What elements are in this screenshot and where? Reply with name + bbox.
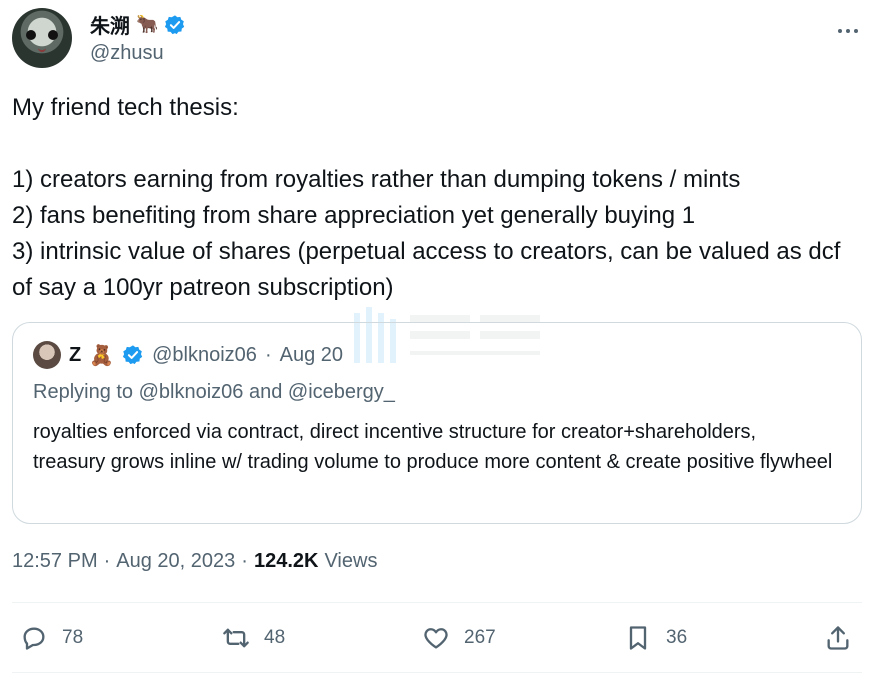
quote-date: Aug 20 (279, 343, 343, 366)
bookmark-icon (629, 626, 647, 650)
meta-separator-1: · (103, 550, 111, 572)
reply-button[interactable]: 78 (20, 612, 83, 664)
quote-author-handle: @blknoiz06 (152, 343, 257, 366)
retweet-button[interactable]: 48 (222, 612, 285, 664)
retweet-icon (223, 628, 249, 648)
tweet-date[interactable]: Aug 20, 2023 (116, 550, 235, 573)
like-count: 267 (464, 627, 496, 648)
share-icon (827, 626, 849, 650)
heart-icon (424, 628, 448, 649)
tweet-time[interactable]: 12:57 PM (12, 550, 98, 573)
author-avatar[interactable] (12, 8, 72, 68)
teddy-bear-emoji: 🧸 (89, 344, 115, 367)
divider-top (12, 602, 862, 603)
share-button[interactable] (824, 612, 852, 664)
author-display-name[interactable]: 朱溯 (90, 10, 130, 39)
bull-emoji: 🐂 (136, 14, 159, 34)
more-options-icon[interactable] (828, 16, 868, 46)
author-name-row: 朱溯 🐂 (90, 10, 186, 39)
quote-separator: · (264, 343, 272, 366)
author-handle[interactable]: @zhusu (90, 42, 164, 65)
tweet-text: My friend tech thesis: 1) creators earni… (12, 94, 841, 301)
quote-header: Z 🧸 @blknoiz06 · Aug 20 (33, 341, 343, 369)
quote-author-name: Z (69, 343, 82, 366)
divider-bottom (12, 672, 862, 673)
bookmark-count: 36 (666, 627, 688, 648)
quote-text: royalties enforced via contract, direct … (33, 421, 833, 473)
verified-badge-icon (165, 14, 185, 34)
retweet-count: 48 (264, 627, 286, 648)
quote-replying-to: Replying to @blknoiz06 and @icebergy_ (33, 381, 395, 403)
reply-count: 78 (62, 627, 84, 648)
views-count: 124.2K (253, 550, 319, 572)
reply-icon (23, 627, 45, 650)
quote-author-avatar (33, 341, 61, 369)
quoted-tweet[interactable]: Z 🧸 @blknoiz06 · Aug 20 Replying to @blk… (12, 322, 862, 524)
meta-separator-2: · (241, 550, 248, 572)
tweet-meta: 12:57 PM · Aug 20, 2023 · 124.2K Views (12, 550, 377, 573)
like-button[interactable]: 267 (422, 612, 496, 664)
quote-verified-badge-icon (123, 345, 143, 365)
bookmark-button[interactable]: 36 (624, 612, 687, 664)
views-label: Views (324, 550, 378, 572)
action-bar: 78 48 267 36 (12, 612, 862, 664)
tweet-header: 朱溯 🐂 @zhusu (12, 8, 868, 72)
